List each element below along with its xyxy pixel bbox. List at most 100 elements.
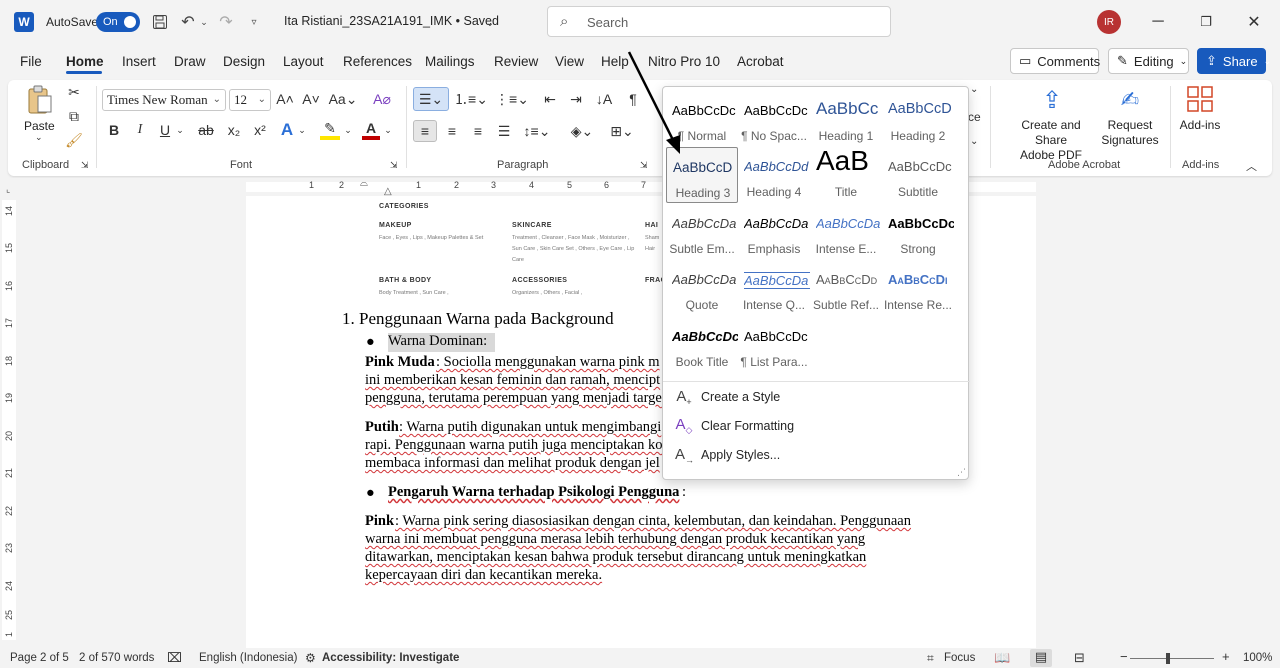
style-subtitle[interactable]: AaBbCcDc Subtitle — [882, 147, 954, 203]
change-case-icon[interactable]: Aa⌄ — [329, 90, 358, 108]
clipboard-launcher-icon[interactable]: ⇲ — [81, 160, 89, 171]
strikethrough-icon[interactable]: ab — [197, 121, 215, 139]
superscript-icon[interactable]: x² — [251, 121, 269, 139]
tab-insert[interactable]: Insert — [122, 54, 156, 69]
paragraph-text[interactable]: kepercayaan diri dan kecantikan mereka. — [365, 567, 602, 584]
document-title[interactable]: Ita Ristiani_23SA21A191_IMK • Saved — [284, 14, 499, 28]
style-title[interactable]: AaB Title — [810, 145, 882, 203]
paste-dropdown-icon[interactable]: ⌄ — [35, 132, 43, 143]
tab-layout[interactable]: Layout — [283, 54, 324, 69]
proofing-icon[interactable]: ⌧ — [167, 650, 182, 666]
styles-scroll-up-icon[interactable]: ⌄ — [970, 84, 978, 95]
text-effects-icon[interactable]: A — [278, 120, 296, 140]
font-color-dropdown-icon[interactable]: ⌄ — [383, 121, 393, 139]
request-signatures-button[interactable]: Request Signatures — [1100, 118, 1160, 148]
request-signatures-icon[interactable]: ✍ — [1116, 84, 1144, 116]
autosave-toggle[interactable]: On — [96, 12, 140, 32]
font-name-select[interactable]: Times New Roman ⌄ — [102, 89, 226, 111]
style-heading-1[interactable]: AaBbCc Heading 1 — [810, 91, 882, 147]
highlight-icon[interactable]: ✎ — [320, 120, 340, 140]
zoom-out-icon[interactable]: − — [1120, 649, 1128, 664]
avatar[interactable]: IR — [1097, 10, 1121, 34]
title-chevron-icon[interactable]: ⌄ — [484, 13, 496, 33]
grow-font-icon[interactable]: A˄ — [276, 90, 294, 108]
style-intense-emphasis[interactable]: AaBbCcDa Intense E... — [810, 204, 882, 260]
zoom-slider[interactable] — [1130, 658, 1214, 659]
paragraph-text[interactable]: rapi. Penggunaan warna putih juga mencip… — [365, 437, 663, 454]
language-indicator[interactable]: English (Indonesia) — [199, 652, 297, 664]
vertical-ruler[interactable] — [2, 200, 16, 640]
paragraph-text[interactable]: warna ini membuat pengguna merasa lebih … — [365, 531, 865, 548]
restore-icon[interactable]: ❐ — [1194, 10, 1218, 34]
underline-icon[interactable]: U — [157, 121, 173, 139]
paragraph-text[interactable]: : Warna pink sering diasosiasikan dengan… — [395, 513, 911, 530]
paragraph-text[interactable]: : Warna putih digunakan untuk mengimbang… — [399, 419, 661, 436]
paragraph-lead-bold[interactable]: Pink Muda — [365, 354, 435, 371]
close-icon[interactable]: ✕ — [1242, 10, 1266, 34]
section-heading[interactable]: 1. Penggunaan Warna pada Background — [342, 309, 614, 329]
font-color-icon[interactable]: A — [362, 120, 380, 140]
align-left-icon[interactable]: ≡ — [413, 120, 437, 142]
focus-button[interactable]: Focus — [944, 652, 975, 664]
comments-button[interactable]: ▭ Comments — [1010, 48, 1100, 74]
embedded-categories-image[interactable]: CATEGORIES MAKEUP Face , Eyes , Lips , M… — [369, 196, 666, 298]
bullets-button[interactable]: ☰⌄ — [413, 87, 449, 111]
zoom-slider-thumb[interactable] — [1166, 653, 1170, 664]
align-right-icon[interactable]: ≡ — [468, 121, 488, 141]
paste-label[interactable]: Paste — [24, 119, 55, 133]
style-intense-reference[interactable]: AaBbCcDi Intense Re... — [882, 260, 954, 316]
tab-mailings[interactable]: Mailings — [425, 54, 475, 69]
create-pdf-icon[interactable]: ⇪ — [1038, 84, 1066, 116]
sort-icon[interactable]: ↓A — [594, 90, 614, 108]
increase-indent-icon[interactable]: ⇥ — [566, 90, 586, 108]
horizontal-ruler[interactable] — [0, 178, 1280, 196]
style-emphasis[interactable]: AaBbCcDa Emphasis — [738, 204, 810, 260]
tab-design[interactable]: Design — [223, 54, 265, 69]
editing-mode-button[interactable]: ✎ Editing ⌄ — [1108, 48, 1189, 74]
print-layout-icon[interactable]: ▤ — [1030, 649, 1052, 667]
zoom-level[interactable]: 100% — [1243, 652, 1272, 664]
style-quote[interactable]: AaBbCcDa Quote — [666, 260, 738, 316]
paragraph-text[interactable]: ini memberikan kesan feminin dan ramah, … — [365, 372, 660, 389]
indent-marker-icon[interactable]: ⌓ — [360, 178, 368, 189]
accessibility-status[interactable]: Accessibility: Investigate — [322, 652, 459, 664]
read-mode-icon[interactable]: 📖 — [994, 650, 1010, 666]
tab-draw[interactable]: Draw — [174, 54, 206, 69]
undo-icon[interactable]: ↶ — [178, 12, 198, 32]
numbering-icon[interactable]: ⒈≡⌄ — [454, 90, 488, 108]
style-book-title[interactable]: AaBbCcDc Book Title — [666, 317, 738, 373]
justify-icon[interactable]: ☰ — [494, 121, 514, 141]
highlight-dropdown-icon[interactable]: ⌄ — [343, 121, 353, 139]
bold-icon[interactable]: B — [106, 121, 122, 139]
style-heading-2[interactable]: AaBbCcD Heading 2 — [882, 91, 954, 147]
tab-review[interactable]: Review — [494, 54, 538, 69]
copy-icon[interactable]: ⧉ — [66, 108, 82, 124]
zoom-in-icon[interactable]: + — [1222, 649, 1230, 664]
editing-dropdown-icon[interactable]: ⌄ — [970, 136, 978, 147]
style-subtle-emphasis[interactable]: AaBbCcDa Subtle Em... — [666, 204, 738, 260]
redo-icon[interactable]: ↷ — [216, 12, 236, 32]
paragraph-text[interactable]: ditawarkan, menciptakan kesan bahwa prod… — [365, 549, 866, 566]
page-indicator[interactable]: Page 2 of 5 — [10, 652, 69, 664]
collapse-ribbon-icon[interactable]: ︿ — [1246, 158, 1257, 174]
clear-formatting-item[interactable]: A◇ Clear Formatting — [675, 415, 795, 437]
style-heading-4[interactable]: AaBbCcDd Heading 4 — [738, 147, 810, 203]
style-intense-quote[interactable]: AaBbCcDa Intense Q... — [738, 260, 810, 316]
tab-file[interactable]: File — [20, 54, 42, 69]
apply-styles-item[interactable]: A→ Apply Styles... — [675, 444, 780, 466]
save-icon[interactable] — [150, 12, 170, 32]
clear-formatting-icon[interactable]: A⌀ — [372, 90, 392, 108]
shrink-font-icon[interactable]: A˅ — [302, 90, 320, 108]
bullet-pengaruh-warna[interactable]: Pengaruh Warna terhadap Psikologi Penggu… — [388, 484, 679, 501]
text-effects-dropdown-icon[interactable]: ⌄ — [297, 121, 307, 139]
paste-icon[interactable] — [26, 84, 54, 116]
paragraph-text[interactable]: : Sociolla menggunakan warna pink m — [436, 354, 660, 371]
tab-view[interactable]: View — [555, 54, 584, 69]
search-input[interactable]: ⌕ Search — [547, 6, 891, 37]
decrease-indent-icon[interactable]: ⇤ — [540, 90, 560, 108]
underline-dropdown-icon[interactable]: ⌄ — [174, 121, 186, 139]
paragraph-text[interactable]: membaca informasi dan melihat produk den… — [365, 455, 660, 472]
tab-acrobat[interactable]: Acrobat — [737, 54, 784, 69]
format-painter-icon[interactable]: 🖌 — [65, 132, 83, 148]
bullet-warna-dominan[interactable]: Warna Dominan: — [388, 333, 496, 352]
